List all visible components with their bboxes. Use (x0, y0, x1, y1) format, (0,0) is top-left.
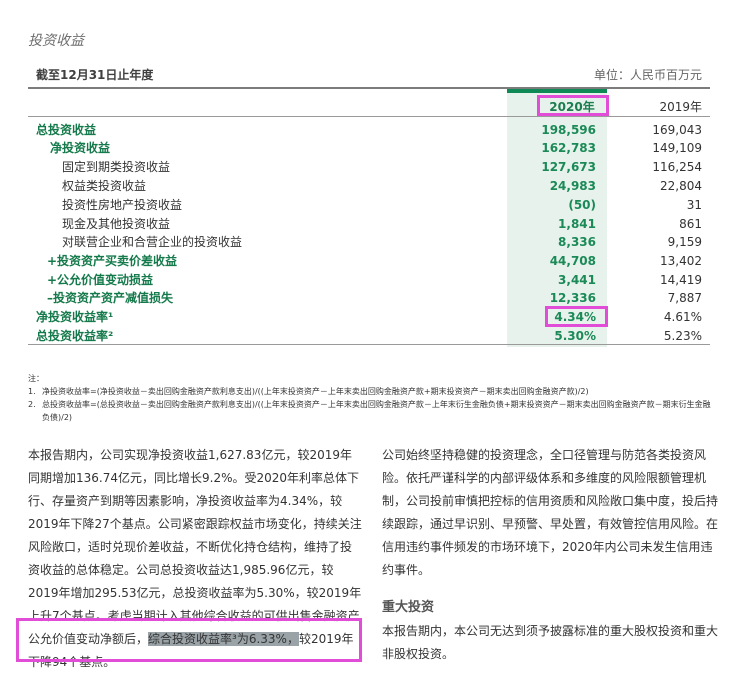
highlight-comprehensive-yield (16, 618, 362, 662)
column-header-2019: 2019年 (659, 100, 702, 114)
value-2019: 5.23% (663, 329, 702, 343)
value-2019: 14,419 (660, 273, 702, 287)
section-title-major-investments: 重大投资 (382, 600, 435, 615)
row-label: 总投资收益 (36, 123, 97, 137)
table-row: 投资性房地产投资收益 (50) 31 (0, 196, 744, 214)
footnotes: 注： 1. 净投资收益率=(净投资收益－卖出回购金融资产款利息支出)/((上年末投… (28, 372, 718, 424)
footnote-1: 1. 净投资收益率=(净投资收益－卖出回购金融资产款利息支出)/((上年末投资资产… (28, 385, 718, 398)
table-row: 对联营企业和合营企业的投资收益 8,336 9,159 (0, 233, 744, 251)
value-2020: 24,983 (549, 179, 596, 193)
header-rule (28, 116, 710, 117)
value-2019: 861 (679, 217, 702, 231)
value-2019: 31 (686, 198, 702, 212)
row-label: 对联营企业和合营企业的投资收益 (62, 235, 243, 249)
highlight-2020-header (537, 95, 609, 116)
period-label: 截至12月31日止年度 (36, 68, 154, 82)
row-label: 固定到期类投资收益 (62, 160, 171, 174)
footnote-text: 总投资收益率=(总投资收益－卖出回购金融资产款利息支出)/((上年末投资资产－上… (42, 400, 711, 422)
value-2019: 13,402 (660, 254, 702, 268)
notes-title: 注： (28, 374, 44, 383)
value-2020: 198,596 (541, 123, 596, 137)
table-row: 现金及其他投资收益 1,841 861 (0, 215, 744, 233)
row-label: 净投资收益率¹ (36, 310, 114, 324)
table-top-rule (28, 87, 710, 89)
body-paragraph-major-investments: 本报告期内，本公司无达到须予披露标准的重大股权投资和重大非股权投资。 (382, 624, 719, 661)
row-label: 总投资收益率² (36, 329, 114, 343)
value-2020: (50) (568, 198, 596, 212)
value-2020: 8,336 (558, 235, 596, 249)
current-year-band-cap (507, 89, 607, 93)
value-2019: 4.61% (663, 310, 702, 324)
table-bottom-rule (28, 344, 710, 345)
value-2019: 116,254 (652, 160, 702, 174)
value-2019: 149,109 (652, 141, 702, 155)
table-row: +公允价值变动损益 3,441 14,419 (0, 271, 744, 289)
table-row: 总投资收益率² 5.30% 5.23% (0, 327, 744, 345)
footnote-text: 净投资收益率=(净投资收益－卖出回购金融资产款利息支出)/((上年末投资资产－上… (42, 387, 589, 396)
footnote-number: 1. (28, 387, 36, 396)
table-row: +投资资产买卖价差收益 44,708 13,402 (0, 252, 744, 270)
footnote-number: 2. (28, 400, 36, 409)
row-label: 权益类投资收益 (62, 179, 147, 193)
value-2019: 169,043 (652, 123, 702, 137)
body-paragraph-right: 公司始终坚持稳健的投资理念，全口径管理与防范各类投资风险。依托严谨科学的内部评级… (382, 448, 719, 577)
value-2019: 7,887 (667, 291, 702, 305)
row-label: +公允价值变动损益 (47, 273, 154, 287)
table-row: 净投资收益率¹ 4.34% 4.61% (0, 308, 744, 326)
row-label: –投资资产资产减值损失 (47, 291, 174, 305)
value-2020: 5.30% (554, 329, 596, 343)
table-row: –投资资产资产减值损失 12,336 7,887 (0, 289, 744, 307)
paragraph-text: 本报告期内，公司实现净投资收益1,627.83亿元，较2019年同期增加136.… (28, 448, 362, 646)
value-2020: 1,841 (558, 217, 596, 231)
row-label: 现金及其他投资收益 (62, 217, 171, 231)
table-row: 权益类投资收益 24,983 22,804 (0, 177, 744, 195)
value-2019: 22,804 (660, 179, 702, 193)
value-2020: 127,673 (541, 160, 596, 174)
row-label: 投资性房地产投资收益 (62, 198, 183, 212)
row-label: +投资资产买卖价差收益 (47, 254, 178, 268)
highlight-net-yield-2020 (545, 306, 608, 327)
value-2020: 3,441 (558, 273, 596, 287)
footnote-2: 2. 总投资收益率=(总投资收益－卖出回购金融资产款利息支出)/((上年末投资资产… (28, 398, 718, 424)
section-title: 投资收益 (28, 33, 84, 49)
value-2020: 12,336 (549, 291, 596, 305)
table-row: 总投资收益 198,596 169,043 (0, 121, 744, 139)
value-2020: 44,708 (549, 254, 596, 268)
value-2019: 9,159 (667, 235, 702, 249)
value-2020: 162,783 (541, 141, 596, 155)
row-label: 净投资收益 (50, 141, 111, 155)
unit-label: 单位：人民币百万元 (593, 68, 702, 82)
table-row: 固定到期类投资收益 127,673 116,254 (0, 158, 744, 176)
table-row: 净投资收益 162,783 149,109 (0, 139, 744, 157)
